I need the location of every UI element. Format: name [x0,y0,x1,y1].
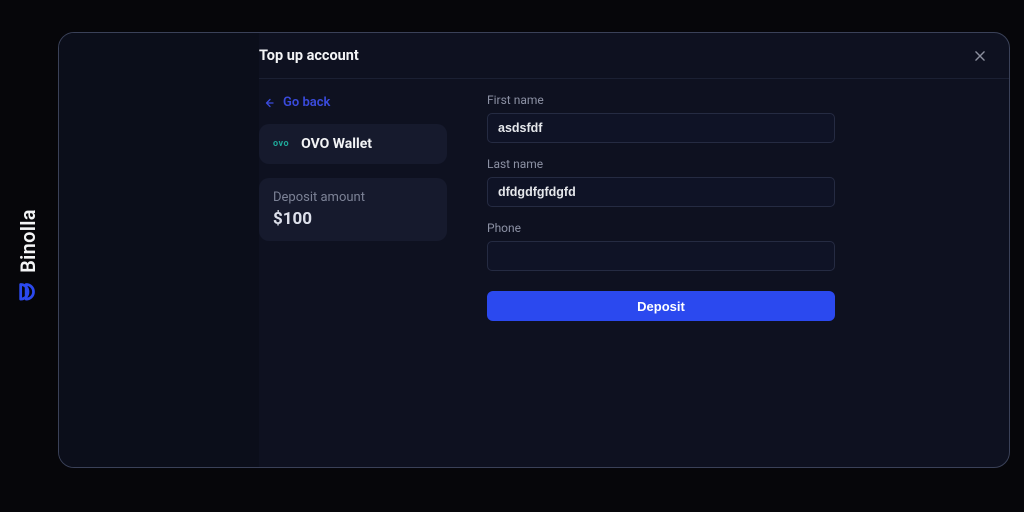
modal-title: Top up account [259,47,359,64]
first-name-input[interactable] [487,113,835,143]
modal-form: First name Last name Phone Deposit [447,79,837,467]
close-button[interactable] [969,45,991,67]
first-name-field-group: First name [487,93,837,143]
payment-method-name: OVO Wallet [301,136,372,152]
phone-input[interactable] [487,241,835,271]
modal-header: Top up account [259,33,1009,79]
phone-label: Phone [487,221,837,235]
deposit-amount-label: Deposit amount [273,190,433,205]
deposit-amount-value: $100 [273,209,433,229]
brand: Binolla [16,209,40,303]
topup-modal: Top up account Go back ovo OVO Wallet De… [58,32,1010,468]
last-name-input[interactable] [487,177,835,207]
go-back-link[interactable]: Go back [259,95,447,124]
deposit-amount-card: Deposit amount $100 [259,178,447,241]
first-name-label: First name [487,93,837,107]
modal-content: Top up account Go back ovo OVO Wallet De… [259,33,1009,467]
phone-field-group: Phone [487,221,837,271]
modal-body: Go back ovo OVO Wallet Deposit amount $1… [259,79,1009,467]
last-name-field-group: Last name [487,157,837,207]
modal-left-rail [59,33,259,467]
go-back-label: Go back [283,95,330,110]
arrow-left-icon [263,97,275,109]
payment-method-card[interactable]: ovo OVO Wallet [259,124,447,164]
brand-name: Binolla [16,209,40,273]
close-icon [973,49,987,63]
ovo-icon: ovo [273,139,289,149]
deposit-button[interactable]: Deposit [487,291,835,321]
modal-left-column: Go back ovo OVO Wallet Deposit amount $1… [259,79,447,467]
brand-logo-icon [17,281,39,303]
last-name-label: Last name [487,157,837,171]
